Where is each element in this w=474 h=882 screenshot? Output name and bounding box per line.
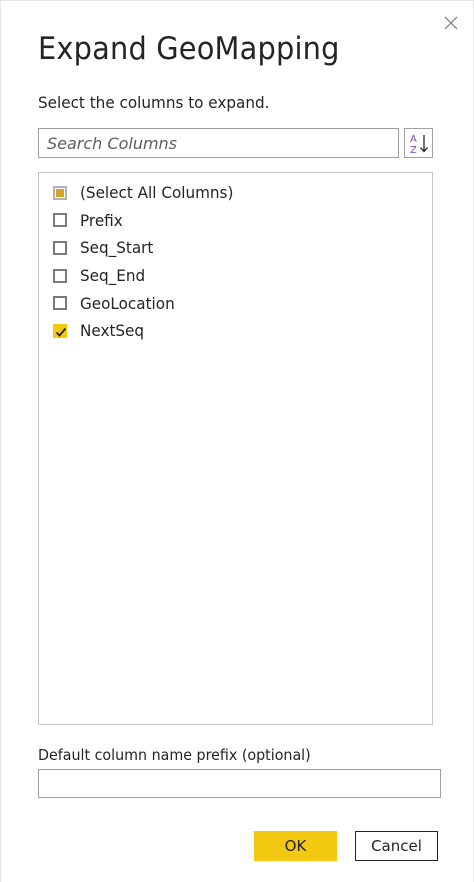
list-item-label: Seq_Start: [80, 238, 154, 258]
svg-text:Z: Z: [410, 145, 417, 156]
list-item-label: (Select All Columns): [80, 183, 234, 203]
search-columns-input[interactable]: [38, 128, 399, 158]
svg-text:A: A: [410, 134, 417, 145]
list-item-prefix[interactable]: Prefix: [39, 207, 432, 235]
list-item-label: NextSeq: [80, 321, 145, 341]
prefix-label: Default column name prefix (optional): [38, 746, 311, 764]
cancel-button[interactable]: Cancel: [355, 831, 438, 861]
prefix-input[interactable]: [38, 769, 441, 798]
expand-dialog: Expand GeoMapping Select the columns to …: [0, 0, 474, 882]
list-item-select-all[interactable]: (Select All Columns): [39, 179, 432, 207]
close-button[interactable]: [441, 13, 461, 33]
ok-button[interactable]: OK: [254, 831, 337, 861]
dialog-title: Expand GeoMapping: [38, 31, 340, 67]
prefix-checkbox[interactable]: [53, 213, 67, 228]
list-item-label: GeoLocation: [80, 293, 175, 313]
list-item-geolocation[interactable]: GeoLocation: [39, 289, 432, 317]
list-item-label: Prefix: [80, 210, 123, 230]
sort-button[interactable]: A Z: [404, 128, 433, 158]
nextseq-checkbox[interactable]: [53, 323, 67, 338]
list-item-label: Seq_End: [80, 266, 146, 286]
seq-start-checkbox[interactable]: [53, 240, 67, 255]
sort-az-icon: A Z: [410, 134, 428, 156]
list-item-seq-end[interactable]: Seq_End: [39, 262, 432, 290]
seq-end-checkbox[interactable]: [53, 268, 67, 283]
geolocation-checkbox[interactable]: [53, 296, 67, 311]
checkmark-icon: [55, 327, 67, 337]
dialog-subtitle: Select the columns to expand.: [38, 93, 270, 112]
close-icon: [444, 16, 458, 30]
list-item-seq-start[interactable]: Seq_Start: [39, 234, 432, 262]
columns-list: (Select All Columns) Prefix Seq_Start Se…: [38, 172, 433, 725]
select-all-checkbox[interactable]: [53, 185, 67, 200]
list-item-nextseq[interactable]: NextSeq: [39, 317, 432, 345]
